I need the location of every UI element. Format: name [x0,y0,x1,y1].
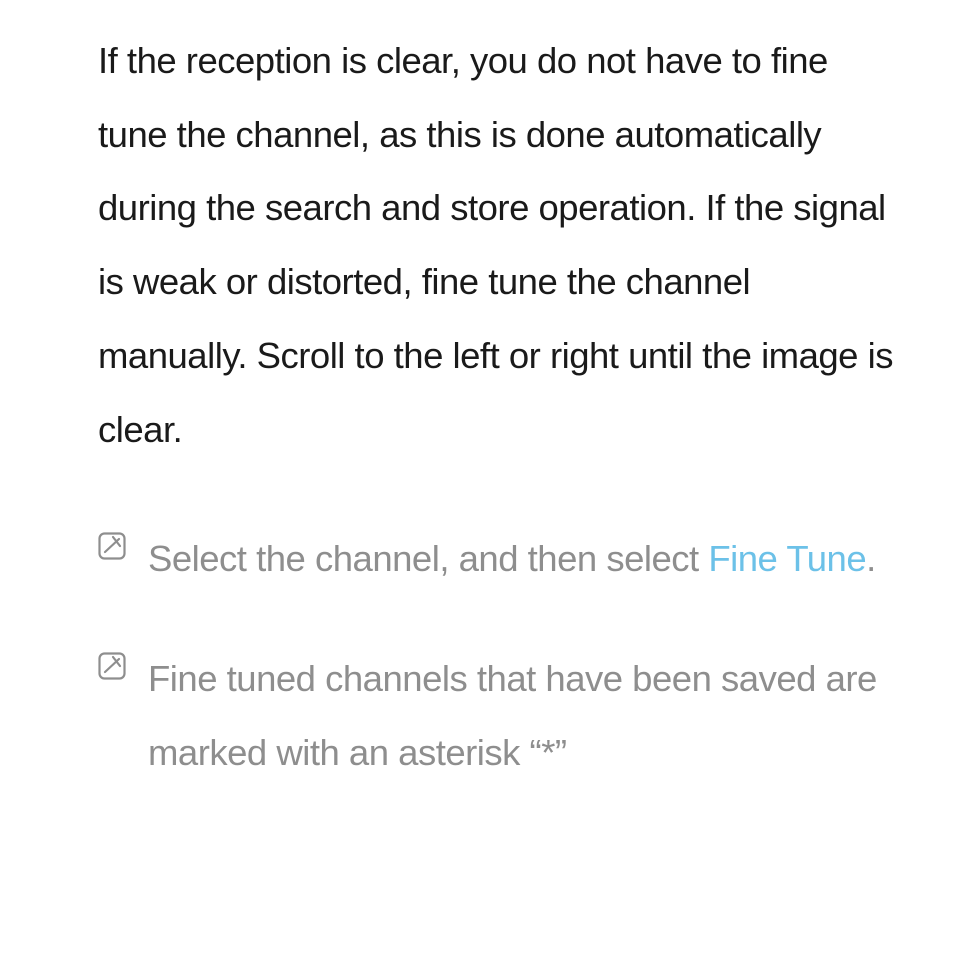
main-paragraph: If the reception is clear, you do not ha… [98,24,896,466]
note-prefix: Select the channel, and then select [148,538,708,579]
note-item: Fine tuned channels that have been saved… [98,642,896,789]
note-icon [98,532,126,560]
highlight-text: Fine Tune [708,538,866,579]
note-suffix: . [866,538,876,579]
note-text: Select the channel, and then select Fine… [148,522,896,596]
note-prefix: Fine tuned channels that have been saved… [148,658,877,773]
note-text: Fine tuned channels that have been saved… [148,642,896,789]
note-icon [98,652,126,680]
note-item: Select the channel, and then select Fine… [98,522,896,596]
